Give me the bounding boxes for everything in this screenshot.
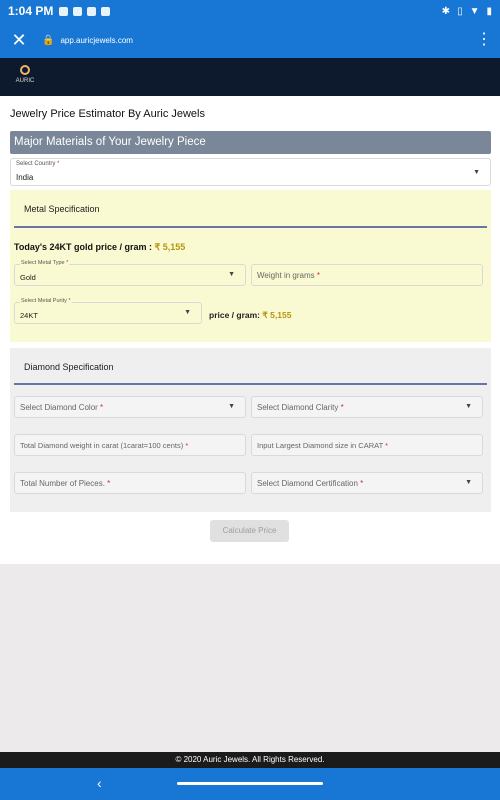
chevron-down-icon: ▼ [228,403,235,410]
diamond-color-placeholder: Select Diamond Color * [20,403,104,412]
lock-icon: 🔒 [42,34,55,46]
total-diamond-weight-placeholder: Total Diamond weight in carat (1carat=10… [20,441,189,450]
weight-input[interactable]: Weight in grams * [251,264,483,286]
metal-purity-label: Select Metal Purity * [20,298,72,304]
auric-logo[interactable]: AURIC [10,65,40,91]
close-icon[interactable]: ✕ [8,30,30,51]
logo-text: AURIC [15,78,35,84]
chevron-down-icon: ▼ [228,271,235,278]
home-gesture-bar[interactable] [177,782,323,785]
site-header: AURIC [0,58,500,96]
metal-type-value: Gold [20,273,36,282]
logo-mark-icon [20,65,30,75]
metal-type-select[interactable]: Select Metal Type * Gold ▼ [14,260,246,286]
battery-saver-icon [73,6,83,16]
bluetooth-icon: ✱ [441,5,451,17]
gold-price-value: ₹ 5,155 [154,242,186,252]
materials-banner: Major Materials of Your Jewelry Piece [10,131,491,154]
total-diamond-weight-input[interactable]: Total Diamond weight in carat (1carat=10… [14,434,246,456]
country-value: India [16,173,34,182]
estimator-page: Jewelry Price Estimator By Auric Jewels … [0,96,500,564]
diamond-certification-select[interactable]: Select Diamond Certification * ▼ [251,472,483,494]
gold-price-text: Today's 24KT gold price / gram : ₹ 5,155 [14,242,185,253]
weight-placeholder: Weight in grams * [257,271,321,280]
system-navigation-bar: ‹ [0,768,500,800]
price-per-gram-text: price / gram: ₹ 5,155 [209,310,291,321]
page-title: Jewelry Price Estimator By Auric Jewels [10,108,205,120]
wifi-icon: ▼ [469,5,480,17]
diamond-section-title: Diamond Specification [24,362,114,372]
pieces-input[interactable]: Total Number of Pieces. * [14,472,246,494]
diamond-clarity-select[interactable]: Select Diamond Clarity * ▼ [251,396,483,418]
country-select[interactable]: Select Country * India ▼ [10,158,491,186]
chevron-down-icon: ▼ [465,403,472,410]
metal-purity-value: 24KT [20,311,38,320]
calculate-price-button[interactable]: Calculate Price [210,520,289,542]
diamond-certification-placeholder: Select Diamond Certification * [257,479,364,488]
youtube-icon [59,6,69,16]
overflow-menu-icon[interactable]: ⋮ [476,32,492,48]
phone-icon [101,6,111,16]
section-divider [14,226,487,228]
diamond-color-select[interactable]: Select Diamond Color * ▼ [14,396,246,418]
largest-diamond-size-placeholder: Input Largest Diamond size in CARAT * [257,441,389,450]
status-time: 1:04 PM [8,4,54,18]
section-divider [14,383,487,385]
status-bar: 1:04 PM ✱ ▯ ▼ ▮ [0,0,500,22]
diamond-specification-section: Diamond Specification Select Diamond Col… [10,348,491,512]
status-right-icons: ✱ ▯ ▼ ▮ [442,6,492,17]
chevron-down-icon: ▼ [465,479,472,486]
country-label: Select Country * [16,161,60,167]
metal-section-title: Metal Specification [24,204,100,214]
chevron-down-icon: ▼ [473,169,480,176]
metal-purity-select[interactable]: Select Metal Purity * 24KT ▼ [14,298,202,324]
metal-type-label: Select Metal Type * [20,260,70,266]
metal-specification-section: Metal Specification Today's 24KT gold pr… [10,190,491,342]
price-per-gram-value: ₹ 5,155 [262,310,292,320]
vibrate-icon: ▯ [457,5,463,17]
chevron-down-icon: ▼ [184,309,191,316]
pieces-placeholder: Total Number of Pieces. * [20,479,111,488]
url-text[interactable]: app.auricjewels.com [60,36,132,45]
browser-toolbar: ✕ 🔒 app.auricjewels.com ⋮ [0,22,500,58]
price-per-gram-label: price / gram: [209,310,263,320]
largest-diamond-size-input[interactable]: Input Largest Diamond size in CARAT * [251,434,483,456]
diamond-clarity-placeholder: Select Diamond Clarity * [257,403,344,412]
gold-price-label: Today's 24KT gold price / gram : [14,242,155,252]
cloud-icon [87,6,97,16]
battery-icon: ▮ [486,5,492,17]
back-icon[interactable]: ‹ [97,775,102,791]
site-footer: © 2020 Auric Jewels. All Rights Reserved… [0,752,500,768]
